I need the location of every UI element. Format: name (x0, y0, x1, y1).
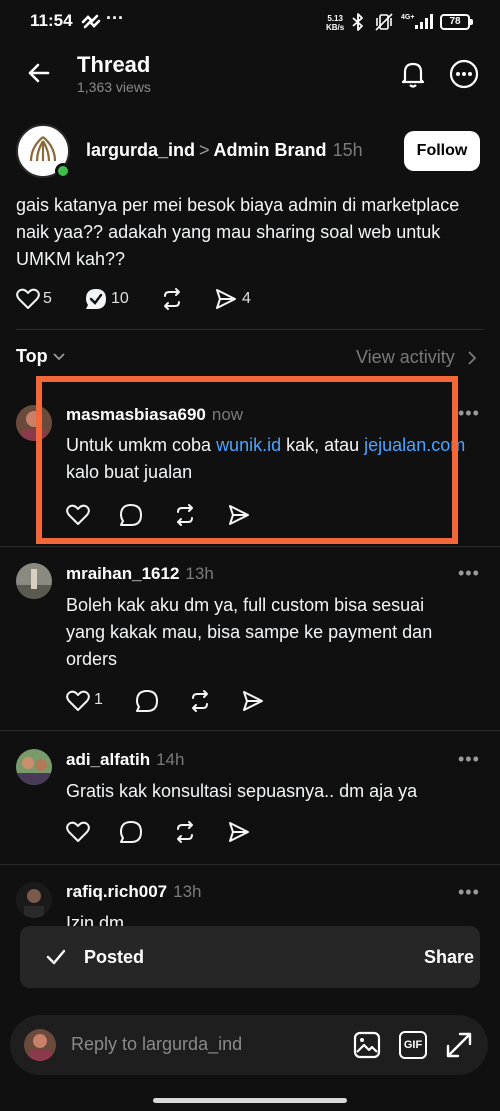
like-count: 1 (94, 691, 103, 708)
reply-username[interactable]: rafiq.rich007 13h (66, 882, 201, 902)
status-time: 11:54 (30, 11, 73, 30)
share-icon[interactable] (227, 820, 251, 844)
reply-timestamp: 14h (156, 750, 185, 769)
view-count: 1,363 views (77, 79, 151, 95)
avatar-photo (24, 1029, 56, 1061)
notification-bell-icon[interactable] (398, 59, 428, 89)
reply-username[interactable]: adi_alfatih 14h (66, 750, 184, 770)
comment-icon[interactable] (135, 689, 159, 713)
reply-username[interactable]: mraihan_1612 13h (66, 564, 214, 584)
op-body: gais katanya per mei besok biaya admin d… (16, 195, 460, 269)
like-icon[interactable] (66, 690, 90, 712)
view-activity-link[interactable]: View activity (356, 347, 455, 368)
toast-label[interactable]: Posted (84, 947, 144, 968)
chevron-down-icon[interactable] (52, 351, 66, 363)
reply-count: 10 (111, 290, 129, 307)
divider (0, 730, 500, 731)
divider (16, 329, 484, 330)
op-tag[interactable]: Admin Brand (214, 140, 327, 160)
sort-dropdown[interactable]: Top (16, 346, 48, 367)
follow-button[interactable]: Follow (404, 131, 480, 171)
avatar[interactable] (16, 749, 52, 785)
op-timestamp: 15h (332, 140, 363, 160)
app-notification-icon (81, 14, 101, 29)
chevron-right-icon: > (199, 140, 210, 160)
repost-icon[interactable] (188, 689, 212, 713)
avatar[interactable] (16, 882, 52, 918)
share-icon[interactable] (214, 287, 238, 311)
net-speed: 5.13 KB/s (326, 14, 345, 32)
reply-timestamp: 13h (173, 882, 202, 901)
reply-more-icon[interactable]: ••• (458, 563, 480, 584)
avatar[interactable] (16, 563, 52, 599)
divider (0, 546, 500, 547)
status-bar: 11:54 ··· 5.13 KB/s 4G+ 78 (0, 0, 500, 46)
comment-icon[interactable] (119, 820, 143, 844)
op-username[interactable]: largurda_ind (86, 140, 195, 160)
battery-indicator: 78 (440, 14, 473, 30)
chevron-right-icon (468, 351, 477, 365)
back-arrow-icon[interactable] (26, 60, 52, 86)
reply-more-icon[interactable]: ••• (458, 882, 480, 903)
avatar-photo (16, 749, 52, 785)
share-icon[interactable] (241, 689, 265, 713)
bluetooth-icon (352, 13, 363, 31)
avatar-photo (16, 563, 52, 599)
like-count: 5 (43, 290, 52, 307)
image-icon[interactable] (353, 1031, 381, 1059)
more-options-icon[interactable] (449, 59, 479, 89)
share-count: 4 (242, 290, 251, 307)
divider (0, 864, 500, 865)
highlight-box (36, 376, 458, 544)
reply-input[interactable]: Reply to largurda_ind (71, 1034, 242, 1055)
checkmark-icon (46, 949, 66, 965)
reply-text: Boleh kak aku dm ya, full custom bisa se… (66, 595, 433, 669)
online-status-dot (55, 163, 71, 179)
reply-composer[interactable]: Reply to largurda_ind GIF (10, 1015, 488, 1075)
expand-icon[interactable] (445, 1031, 473, 1059)
op-header: largurda_ind > Admin Brand 15h (86, 140, 363, 161)
like-icon[interactable] (16, 288, 40, 310)
vibrate-icon (375, 13, 393, 31)
repost-icon[interactable] (160, 287, 184, 311)
network-type: 4G+ (401, 14, 415, 21)
reply-timestamp: 13h (185, 564, 214, 583)
page-title: Thread (77, 52, 151, 77)
user-avatar (24, 1029, 56, 1061)
reply-text: Gratis kak konsultasi sepuasnya.. dm aja… (66, 781, 418, 801)
replies-check-icon[interactable] (84, 287, 108, 311)
signal-icon (415, 14, 433, 29)
posted-toast: Posted Share (20, 926, 480, 988)
like-icon[interactable] (66, 821, 90, 843)
repost-icon[interactable] (173, 820, 197, 844)
toast-share-button[interactable]: Share (424, 947, 474, 968)
reply-more-icon[interactable]: ••• (458, 749, 480, 770)
gif-icon[interactable]: GIF (399, 1031, 427, 1059)
avatar-photo (16, 882, 52, 918)
home-indicator[interactable] (153, 1098, 347, 1103)
reply-more-icon[interactable]: ••• (458, 403, 480, 424)
more-notifications-icon: ··· (106, 8, 124, 28)
